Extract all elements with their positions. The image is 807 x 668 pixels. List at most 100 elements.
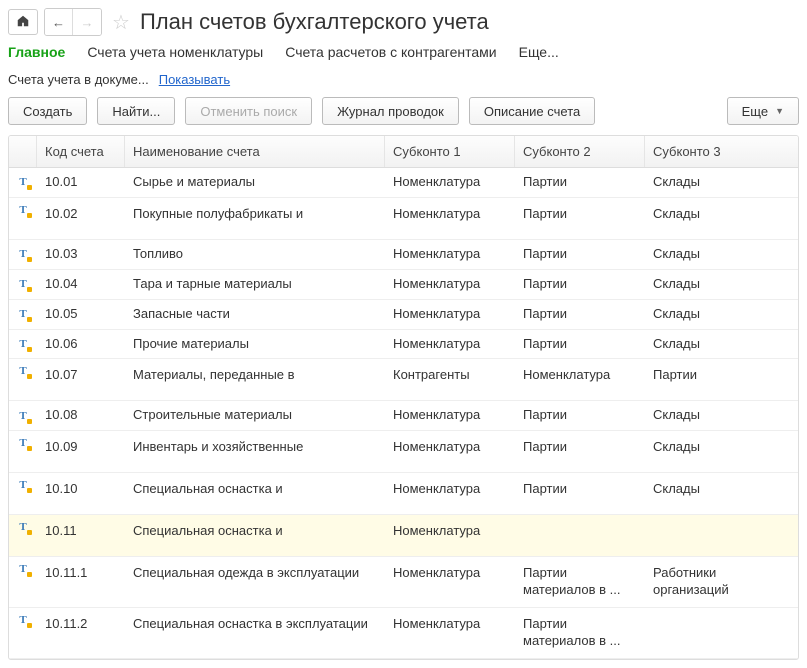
more-button-label: Еще <box>742 104 768 119</box>
more-button[interactable]: Еще ▼ <box>727 97 799 125</box>
col-sub3-header[interactable]: Субконто 3 <box>645 136 798 167</box>
cell-name: Прочие материалы <box>125 334 385 355</box>
cell-name: Строительные материалы <box>125 405 385 426</box>
cell-sub2: Партии <box>515 204 645 225</box>
row-type-icon: Т <box>9 248 37 260</box>
cell-sub1: Номенклатура <box>385 274 515 295</box>
cell-code: 10.05 <box>37 304 125 325</box>
cell-sub3: Работники организаций <box>645 563 798 601</box>
forward-button[interactable]: → <box>73 9 101 35</box>
cell-name: Тара и тарные материалы <box>125 274 385 295</box>
cell-name: Запасные части <box>125 304 385 325</box>
favorite-star-icon[interactable]: ☆ <box>112 10 130 35</box>
table-row[interactable]: Т10.11.2Специальная оснастка в эксплуата… <box>9 608 798 659</box>
cell-sub3: Склады <box>645 244 798 265</box>
cell-name: Топливо <box>125 244 385 265</box>
cell-sub1: Номенклатура <box>385 614 515 635</box>
table-row[interactable]: Т10.02Покупные полуфабрикаты иНоменклату… <box>9 198 798 240</box>
cell-sub2: Партии <box>515 244 645 265</box>
tab-main[interactable]: Главное <box>8 44 65 60</box>
row-type-icon: Т <box>9 614 37 626</box>
cell-sub3: Склады <box>645 204 798 225</box>
cell-sub2: Партии <box>515 437 645 458</box>
cell-sub2: Партии <box>515 172 645 193</box>
accounts-table: Код счета Наименование счета Субконто 1 … <box>8 135 799 660</box>
row-type-icon: Т <box>9 176 37 188</box>
table-row[interactable]: Т10.10Специальная оснастка иНоменклатура… <box>9 473 798 515</box>
table-row[interactable]: Т10.08Строительные материалыНоменклатура… <box>9 401 798 431</box>
home-button[interactable] <box>8 9 38 35</box>
cell-sub1: Номенклатура <box>385 244 515 265</box>
cell-code: 10.11.2 <box>37 614 125 635</box>
cell-sub3: Склады <box>645 172 798 193</box>
table-row[interactable]: Т10.07Материалы, переданные вКонтрагенты… <box>9 359 798 401</box>
cell-code: 10.03 <box>37 244 125 265</box>
table-header: Код счета Наименование счета Субконто 1 … <box>9 136 798 168</box>
cell-sub2: Партии <box>515 304 645 325</box>
back-button[interactable]: ← <box>45 9 73 35</box>
row-type-icon: Т <box>9 338 37 350</box>
cell-sub1: Номенклатура <box>385 437 515 458</box>
cell-sub1: Номенклатура <box>385 479 515 500</box>
cell-sub1: Номенклатура <box>385 304 515 325</box>
journal-button[interactable]: Журнал проводок <box>322 97 459 125</box>
tab-accounts-contractors[interactable]: Счета расчетов с контрагентами <box>285 44 496 60</box>
cell-sub1: Номенклатура <box>385 172 515 193</box>
cell-name: Инвентарь и хозяйственные <box>125 437 385 458</box>
col-code-header[interactable]: Код счета <box>37 136 125 167</box>
find-button[interactable]: Найти... <box>97 97 175 125</box>
cell-sub2 <box>515 521 645 525</box>
table-row[interactable]: Т10.09Инвентарь и хозяйственныеНоменклат… <box>9 431 798 473</box>
cell-name: Материалы, переданные в <box>125 365 385 386</box>
table-body: Т10.01Сырье и материалыНоменклатураПарти… <box>9 168 798 659</box>
cell-sub2: Партии материалов в ... <box>515 563 645 601</box>
cell-sub3: Склады <box>645 334 798 355</box>
tab-accounts-nomenclature[interactable]: Счета учета номенклатуры <box>87 44 263 60</box>
table-row[interactable]: Т10.03ТопливоНоменклатураПартииСклады <box>9 240 798 270</box>
tab-more[interactable]: Еще... <box>519 44 559 60</box>
col-icon-header[interactable] <box>9 136 37 167</box>
create-button[interactable]: Создать <box>8 97 87 125</box>
cell-name: Сырье и материалы <box>125 172 385 193</box>
cell-code: 10.11 <box>37 521 125 542</box>
row-type-icon: Т <box>9 278 37 290</box>
cell-sub2: Партии <box>515 479 645 500</box>
cell-code: 10.04 <box>37 274 125 295</box>
tabs-bar: Главное Счета учета номенклатуры Счета р… <box>8 44 799 60</box>
cell-sub2: Партии <box>515 405 645 426</box>
row-type-icon: Т <box>9 521 37 533</box>
cancel-search-button[interactable]: Отменить поиск <box>185 97 312 125</box>
table-row[interactable]: Т10.06Прочие материалыНоменклатураПартии… <box>9 330 798 360</box>
row-type-icon: Т <box>9 437 37 449</box>
cell-sub3: Склады <box>645 479 798 500</box>
filter-label: Счета учета в докуме... <box>8 72 149 87</box>
cell-code: 10.10 <box>37 479 125 500</box>
col-sub2-header[interactable]: Субконто 2 <box>515 136 645 167</box>
col-sub1-header[interactable]: Субконто 1 <box>385 136 515 167</box>
col-name-header[interactable]: Наименование счета <box>125 136 385 167</box>
filter-show-link[interactable]: Показывать <box>159 72 230 87</box>
cell-sub1: Номенклатура <box>385 334 515 355</box>
description-button[interactable]: Описание счета <box>469 97 595 125</box>
cell-name: Специальная оснастка и <box>125 521 385 542</box>
cell-sub3: Склады <box>645 437 798 458</box>
cell-code: 10.01 <box>37 172 125 193</box>
cell-sub3: Склады <box>645 304 798 325</box>
table-row[interactable]: Т10.05Запасные частиНоменклатураПартииСк… <box>9 300 798 330</box>
cell-code: 10.06 <box>37 334 125 355</box>
row-type-icon: Т <box>9 410 37 422</box>
row-type-icon: Т <box>9 479 37 491</box>
cell-sub3: Склады <box>645 274 798 295</box>
cell-sub1: Номенклатура <box>385 521 515 542</box>
row-type-icon: Т <box>9 204 37 216</box>
table-row[interactable]: Т10.04Тара и тарные материалыНоменклатур… <box>9 270 798 300</box>
cell-sub2: Партии <box>515 274 645 295</box>
table-row[interactable]: Т10.11.1Специальная одежда в эксплуатаци… <box>9 557 798 608</box>
cell-sub2: Номенклатура <box>515 365 645 386</box>
cell-sub2: Партии материалов в ... <box>515 614 645 652</box>
row-type-icon: Т <box>9 308 37 320</box>
table-row[interactable]: Т10.01Сырье и материалыНоменклатураПарти… <box>9 168 798 198</box>
table-row[interactable]: Т10.11Специальная оснастка иНоменклатура <box>9 515 798 557</box>
cell-sub2: Партии <box>515 334 645 355</box>
cell-name: Специальная оснастка в эксплуатации <box>125 614 385 635</box>
